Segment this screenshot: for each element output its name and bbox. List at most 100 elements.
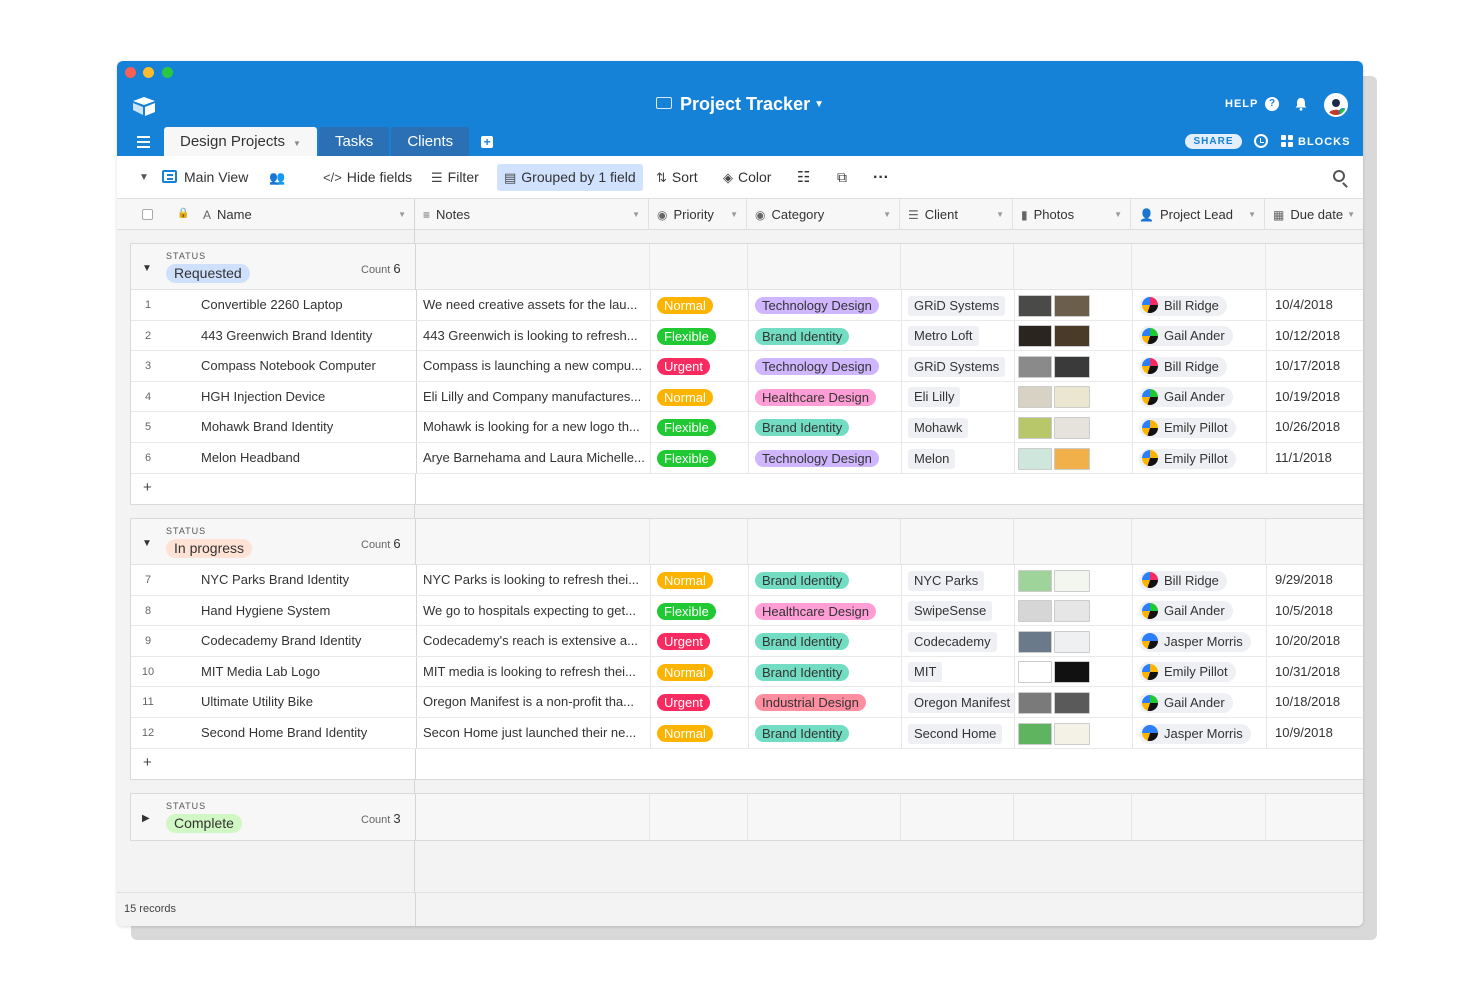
cell-due-date[interactable]: 10/9/2018 <box>1266 717 1363 748</box>
cell-priority[interactable]: Normal <box>650 717 748 748</box>
cell-category[interactable]: Healthcare Design <box>748 381 901 412</box>
cell-name[interactable]: Mohawk Brand Identity <box>201 412 411 442</box>
client-link-chip[interactable]: SwipeSense <box>908 601 993 622</box>
cell-photos[interactable] <box>1014 656 1132 687</box>
table-row[interactable]: 3 Compass Notebook Computer Compass is lau… <box>131 351 1363 382</box>
cell-project-lead[interactable]: Emily Pillot <box>1132 656 1266 687</box>
cell-photos[interactable] <box>1014 595 1132 626</box>
cell-category[interactable]: Brand Identity <box>748 412 901 443</box>
cell-name[interactable]: HGH Injection Device <box>201 382 411 412</box>
photo-thumbnail[interactable] <box>1054 600 1090 623</box>
cell-notes[interactable]: Oregon Manifest is a non-profit tha... <box>416 687 650 718</box>
cell-due-date[interactable]: 10/17/2018 <box>1266 351 1363 382</box>
cell-client[interactable]: Mohawk <box>901 412 1014 443</box>
column-name[interactable]: A Name ▼ <box>195 199 415 230</box>
photo-thumbnail[interactable] <box>1054 416 1090 439</box>
cell-photos[interactable] <box>1014 717 1132 748</box>
table-row[interactable]: 11 Ultimate Utility Bike Oregon Manifest i… <box>131 687 1363 718</box>
cell-photos[interactable] <box>1014 687 1132 718</box>
cell-client[interactable]: SwipeSense <box>901 595 1014 626</box>
table-row[interactable]: 1 Convertible 2260 Laptop We need creative… <box>131 290 1363 321</box>
column-notes[interactable]: ≡ Notes ▼ <box>415 199 649 230</box>
collaborator-chip[interactable]: Jasper Morris <box>1139 631 1251 652</box>
cell-category[interactable]: Brand Identity <box>748 565 901 595</box>
cell-client[interactable]: GRiD Systems <box>901 290 1014 320</box>
cell-due-date[interactable]: 10/20/2018 <box>1266 626 1363 657</box>
tab-clients[interactable]: Clients <box>391 127 470 156</box>
cell-name[interactable]: Codecademy Brand Identity <box>201 626 411 656</box>
cell-project-lead[interactable]: Emily Pillot <box>1132 412 1266 443</box>
more-options-icon[interactable]: ··· <box>873 156 889 199</box>
photo-thumbnail[interactable] <box>1018 447 1052 470</box>
cell-project-lead[interactable]: Bill Ridge <box>1132 351 1266 382</box>
share-button[interactable]: SHARE <box>1185 134 1242 149</box>
cell-due-date[interactable]: 10/18/2018 <box>1266 687 1363 718</box>
cell-project-lead[interactable]: Gail Ander <box>1132 595 1266 626</box>
group-header[interactable]: ▶ STATUS Complete Count 3 <box>131 794 1363 840</box>
hide-fields-button[interactable]: </> Hide fields <box>323 156 412 199</box>
photo-thumbnail[interactable] <box>1054 386 1090 409</box>
column-category[interactable]: ◉ Category ▼ <box>747 199 900 230</box>
cell-photos[interactable] <box>1014 290 1132 320</box>
blocks-icon[interactable] <box>1281 135 1294 148</box>
cell-photos[interactable] <box>1014 381 1132 412</box>
tab-design-projects[interactable]: Design Projects ▼ <box>164 127 317 156</box>
tab-tasks[interactable]: Tasks <box>318 127 390 156</box>
client-link-chip[interactable]: Metro Loft <box>908 326 979 347</box>
cell-project-lead[interactable]: Bill Ridge <box>1132 290 1266 320</box>
photo-thumbnail[interactable] <box>1018 569 1052 592</box>
column-priority[interactable]: ◉ Priority ▼ <box>649 199 747 230</box>
cell-notes[interactable]: Eli Lilly and Company manufactures... <box>416 381 650 412</box>
collaborator-chip[interactable]: Bill Ridge <box>1139 356 1227 377</box>
cell-notes[interactable]: We go to hospitals expecting to get... <box>416 595 650 626</box>
cell-client[interactable]: MIT <box>901 656 1014 687</box>
collaborator-chip[interactable]: Gail Ander <box>1139 692 1233 713</box>
client-link-chip[interactable]: GRiD Systems <box>908 295 1006 316</box>
cell-notes[interactable]: We need creative assets for the lau... <box>416 290 650 320</box>
cell-category[interactable]: Healthcare Design <box>748 595 901 626</box>
cell-due-date[interactable]: 10/4/2018 <box>1266 290 1363 320</box>
view-switcher[interactable]: Main View <box>162 156 248 199</box>
add-record-icon[interactable]: + <box>143 479 152 496</box>
row-height-icon[interactable]: ☷ <box>797 156 810 199</box>
column-project-lead[interactable]: 👤 Project Lead ▼ <box>1131 199 1265 230</box>
cell-due-date[interactable]: 10/26/2018 <box>1266 412 1363 443</box>
blocks-button[interactable]: BLOCKS <box>1298 136 1350 148</box>
user-avatar[interactable] <box>1324 93 1348 117</box>
table-row[interactable]: 12 Second Home Brand Identity Secon Home j… <box>131 717 1363 749</box>
cell-priority[interactable]: Flexible <box>650 412 748 443</box>
share-view-icon[interactable]: ⧉ <box>837 156 847 199</box>
cell-photos[interactable] <box>1014 565 1132 595</box>
cell-project-lead[interactable]: Jasper Morris <box>1132 717 1266 748</box>
column-due-date[interactable]: ▦ Due date ▼ <box>1265 199 1363 230</box>
history-icon[interactable] <box>1254 134 1268 148</box>
cell-notes[interactable]: Arye Barnehama and Laura Michelle... <box>416 442 650 473</box>
table-row[interactable]: 4 HGH Injection Device Eli Lilly and Compa… <box>131 381 1363 413</box>
close-window-button[interactable] <box>125 67 136 78</box>
cell-name[interactable]: Second Home Brand Identity <box>201 718 411 748</box>
table-row[interactable]: 8 Hand Hygiene System We go to hospitals e… <box>131 595 1363 627</box>
cell-category[interactable]: Technology Design <box>748 442 901 473</box>
cell-due-date[interactable]: 11/1/2018 <box>1266 442 1363 473</box>
photo-thumbnail[interactable] <box>1018 416 1052 439</box>
client-link-chip[interactable]: Mohawk <box>908 417 969 438</box>
cell-photos[interactable] <box>1014 442 1132 473</box>
cell-notes[interactable]: Compass is launching a new compu... <box>416 351 650 382</box>
cell-due-date[interactable]: 10/31/2018 <box>1266 656 1363 687</box>
collapse-triangle-icon[interactable]: ▼ <box>142 263 152 274</box>
photo-thumbnail[interactable] <box>1054 691 1090 714</box>
cell-client[interactable]: Codecademy <box>901 626 1014 657</box>
cell-priority[interactable]: Normal <box>650 656 748 687</box>
cell-priority[interactable]: Urgent <box>650 351 748 382</box>
client-link-chip[interactable]: MIT <box>908 662 943 683</box>
cell-category[interactable]: Brand Identity <box>748 717 901 748</box>
photo-thumbnail[interactable] <box>1018 355 1052 378</box>
collaborator-chip[interactable]: Emily Pillot <box>1139 417 1236 438</box>
cell-priority[interactable]: Urgent <box>650 687 748 718</box>
cell-photos[interactable] <box>1014 320 1132 351</box>
client-link-chip[interactable]: NYC Parks <box>908 570 985 591</box>
cell-category[interactable]: Brand Identity <box>748 656 901 687</box>
photo-thumbnail[interactable] <box>1054 569 1090 592</box>
collaborator-chip[interactable]: Emily Pillot <box>1139 448 1236 469</box>
cell-due-date[interactable]: 10/12/2018 <box>1266 320 1363 351</box>
